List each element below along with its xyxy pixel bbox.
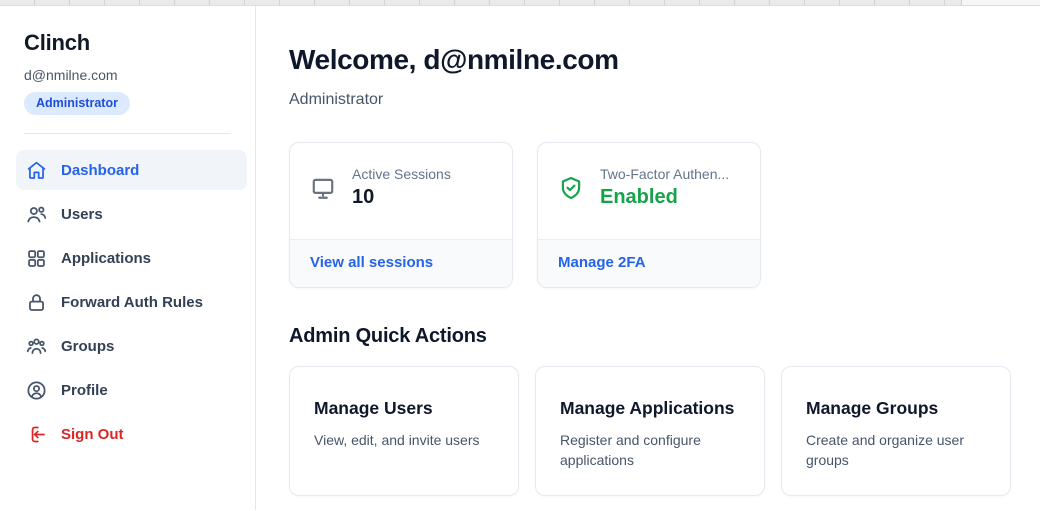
stat-card-footer: View all sessions bbox=[290, 239, 512, 287]
sidebar-item-label: Profile bbox=[61, 382, 108, 399]
sidebar-item-label: Sign Out bbox=[61, 426, 124, 443]
manage-2fa-link[interactable]: Manage 2FA bbox=[558, 254, 646, 271]
sidebar-item-profile[interactable]: Profile bbox=[16, 370, 247, 410]
app-window: Clinch d@nmilne.com Administrator Dashbo… bbox=[0, 6, 1040, 510]
quick-actions-row: Manage Users View, edit, and invite user… bbox=[289, 366, 1011, 496]
stat-card-footer: Manage 2FA bbox=[538, 239, 760, 287]
stat-card-body: Two-Factor Authen... Enabled bbox=[538, 143, 760, 239]
user-email: d@nmilne.com bbox=[24, 67, 239, 83]
page-subtitle: Administrator bbox=[289, 91, 1011, 109]
sidebar-item-sign-out[interactable]: Sign Out bbox=[16, 414, 247, 454]
quick-actions-heading: Admin Quick Actions bbox=[289, 325, 1011, 348]
stat-cards-row: Active Sessions 10 View all sessions Two… bbox=[289, 142, 1011, 288]
sidebar-item-applications[interactable]: Applications bbox=[16, 238, 247, 278]
grid-icon bbox=[26, 248, 47, 269]
two-factor-card: Two-Factor Authen... Enabled Manage 2FA bbox=[537, 142, 761, 288]
action-card-title: Manage Applications bbox=[560, 398, 742, 419]
shield-check-icon bbox=[558, 175, 584, 201]
stat-value: Enabled bbox=[600, 186, 729, 209]
sidebar-item-label: Applications bbox=[61, 250, 151, 267]
sidebar-item-groups[interactable]: Groups bbox=[16, 326, 247, 366]
profile-icon bbox=[26, 380, 47, 401]
sidebar-item-label: Users bbox=[61, 206, 103, 223]
logout-icon bbox=[26, 424, 47, 445]
sidebar-item-label: Forward Auth Rules bbox=[61, 294, 203, 311]
stat-label: Active Sessions bbox=[352, 166, 451, 182]
action-card-description: Create and organize user groups bbox=[806, 430, 988, 471]
manage-groups-card[interactable]: Manage Groups Create and organize user g… bbox=[781, 366, 1011, 496]
action-card-description: View, edit, and invite users bbox=[314, 430, 496, 450]
app-title: Clinch bbox=[24, 30, 239, 56]
manage-users-card[interactable]: Manage Users View, edit, and invite user… bbox=[289, 366, 519, 496]
stat-label: Two-Factor Authen... bbox=[600, 166, 729, 182]
sidebar-item-forward-auth-rules[interactable]: Forward Auth Rules bbox=[16, 282, 247, 322]
manage-applications-card[interactable]: Manage Applications Register and configu… bbox=[535, 366, 765, 496]
browser-tab-strip bbox=[0, 0, 1040, 6]
sidebar: Clinch d@nmilne.com Administrator Dashbo… bbox=[0, 6, 256, 510]
sidebar-item-label: Dashboard bbox=[61, 162, 139, 179]
stat-card-text: Active Sessions 10 bbox=[352, 166, 451, 209]
lock-icon bbox=[26, 292, 47, 313]
stat-card-body: Active Sessions 10 bbox=[290, 143, 512, 239]
page-title: Welcome, d@nmilne.com bbox=[289, 44, 1011, 76]
sidebar-nav: Dashboard Users Applications Forward Aut… bbox=[24, 150, 239, 454]
sidebar-item-users[interactable]: Users bbox=[16, 194, 247, 234]
action-card-description: Register and configure applications bbox=[560, 430, 742, 471]
main-content: Welcome, d@nmilne.com Administrator Acti… bbox=[256, 6, 1040, 510]
active-sessions-card: Active Sessions 10 View all sessions bbox=[289, 142, 513, 288]
users-icon bbox=[26, 204, 47, 225]
sidebar-divider bbox=[24, 133, 231, 134]
stat-value: 10 bbox=[352, 186, 451, 209]
groups-icon bbox=[26, 336, 47, 357]
stat-card-text: Two-Factor Authen... Enabled bbox=[600, 166, 729, 209]
sidebar-item-dashboard[interactable]: Dashboard bbox=[16, 150, 247, 190]
role-badge: Administrator bbox=[24, 92, 130, 115]
action-card-title: Manage Users bbox=[314, 398, 496, 419]
action-card-title: Manage Groups bbox=[806, 398, 988, 419]
home-icon bbox=[26, 160, 47, 181]
sidebar-item-label: Groups bbox=[61, 338, 114, 355]
monitor-icon bbox=[310, 175, 336, 201]
view-all-sessions-link[interactable]: View all sessions bbox=[310, 254, 433, 271]
